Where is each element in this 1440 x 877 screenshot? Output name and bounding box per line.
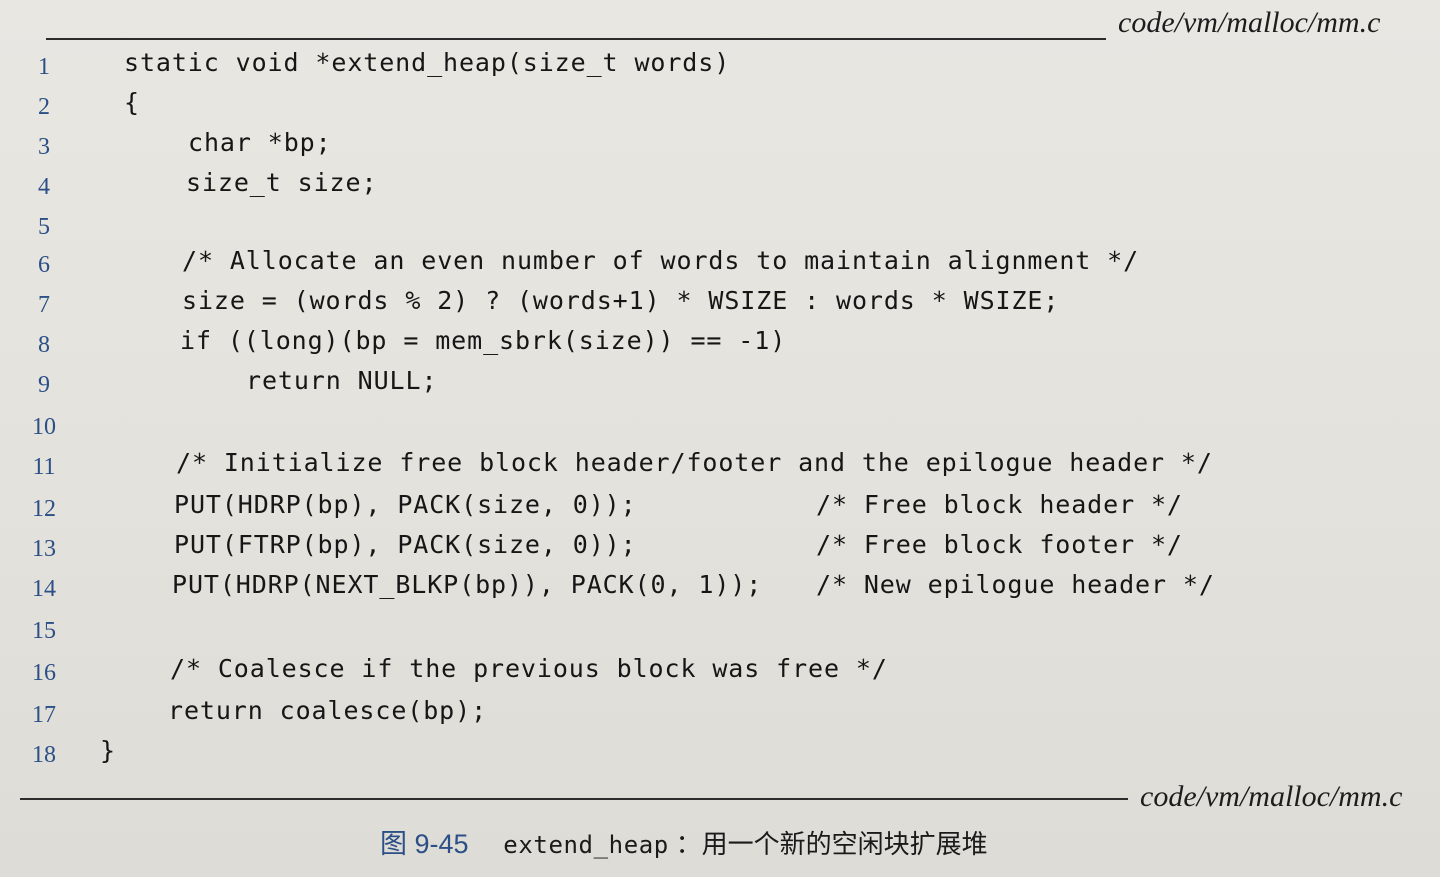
code-line: 8 if ((long)(bp = mem_sbrk(size)) == -1) [0, 326, 1440, 366]
source-file-label-top: code/vm/malloc/mm.c [1118, 6, 1381, 39]
code-comment: /* Free block footer */ [816, 530, 1183, 559]
line-number: 6 [38, 252, 50, 278]
line-number: 2 [38, 94, 50, 120]
line-number: 8 [38, 332, 50, 358]
line-number: 5 [38, 214, 50, 240]
code-text: /* Allocate an even number of words to m… [182, 246, 1140, 275]
bottom-rule [20, 798, 1128, 800]
code-text: } [100, 736, 116, 765]
line-number: 9 [38, 372, 50, 398]
code-line: 5 [0, 208, 1440, 248]
caption-function-name: extend_heap [503, 831, 669, 859]
code-text: return NULL; [246, 366, 438, 395]
code-line: 16 /* Coalesce if the previous block was … [0, 654, 1440, 694]
line-number: 3 [38, 134, 50, 160]
line-number: 13 [32, 536, 56, 562]
code-line: 9 return NULL; [0, 366, 1440, 406]
line-number: 14 [32, 576, 56, 602]
line-number: 16 [32, 660, 56, 686]
code-line: 2{ [0, 88, 1440, 128]
figure-caption: 图 9-45 extend_heap ：用一个新的空闲块扩展堆 [380, 822, 988, 861]
code-line: 14 PUT(HDRP(NEXT_BLKP(bp)), PACK(0, 1)); /… [0, 570, 1440, 610]
line-number: 7 [38, 292, 50, 318]
code-text: PUT(HDRP(bp), PACK(size, 0)); [174, 490, 637, 519]
code-line: 6 /* Allocate an even number of words to … [0, 246, 1440, 286]
code-line: 13 PUT(FTRP(bp), PACK(size, 0)); /* Free b… [0, 530, 1440, 570]
code-text: static void *extend_heap(size_t words) [124, 48, 731, 77]
code-line: 15 [0, 612, 1440, 652]
code-text: char *bp; [188, 128, 332, 157]
code-line: 7 size = (words % 2) ? (words+1) * WSIZE … [0, 286, 1440, 326]
figure-number: 图 9-45 [380, 829, 469, 859]
code-comment: /* Free block header */ [816, 490, 1183, 519]
code-line: 11 /* Initialize free block header/footer… [0, 448, 1440, 488]
code-text: PUT(FTRP(bp), PACK(size, 0)); [174, 530, 637, 559]
code-text: { [124, 88, 140, 117]
line-number: 15 [32, 618, 56, 644]
code-line: 4 size_t size; [0, 168, 1440, 208]
line-number: 4 [38, 174, 50, 200]
code-line: 10 [0, 408, 1440, 448]
code-text: size_t size; [186, 168, 378, 197]
code-text: /* Initialize free block header/footer a… [176, 448, 1213, 477]
book-page: code/vm/malloc/mm.c 1 static void *extend… [0, 0, 1440, 877]
line-number: 17 [32, 702, 56, 728]
line-number: 1 [38, 54, 50, 80]
line-number: 11 [32, 454, 56, 480]
code-line: 1 static void *extend_heap(size_t words) [0, 48, 1440, 88]
source-file-label-bottom: code/vm/malloc/mm.c [1140, 780, 1403, 813]
code-line: 17 return coalesce(bp); [0, 696, 1440, 736]
code-text: if ((long)(bp = mem_sbrk(size)) == -1) [180, 326, 787, 355]
code-text: return coalesce(bp); [168, 696, 488, 725]
code-text: size = (words % 2) ? (words+1) * WSIZE :… [182, 286, 1060, 315]
code-line: 3 char *bp; [0, 128, 1440, 168]
code-line: 18} [0, 736, 1440, 776]
code-text: /* Coalesce if the previous block was fr… [170, 654, 888, 683]
code-text: PUT(HDRP(NEXT_BLKP(bp)), PACK(0, 1)); [172, 570, 763, 599]
top-rule [46, 38, 1106, 40]
line-number: 18 [32, 742, 56, 768]
line-number: 12 [32, 496, 56, 522]
code-comment: /* New epilogue header */ [816, 570, 1215, 599]
line-number: 10 [32, 414, 56, 440]
caption-description: ：用一个新的空闲块扩展堆 [675, 830, 988, 860]
code-line: 12 PUT(HDRP(bp), PACK(size, 0)); /* Free b… [0, 490, 1440, 530]
